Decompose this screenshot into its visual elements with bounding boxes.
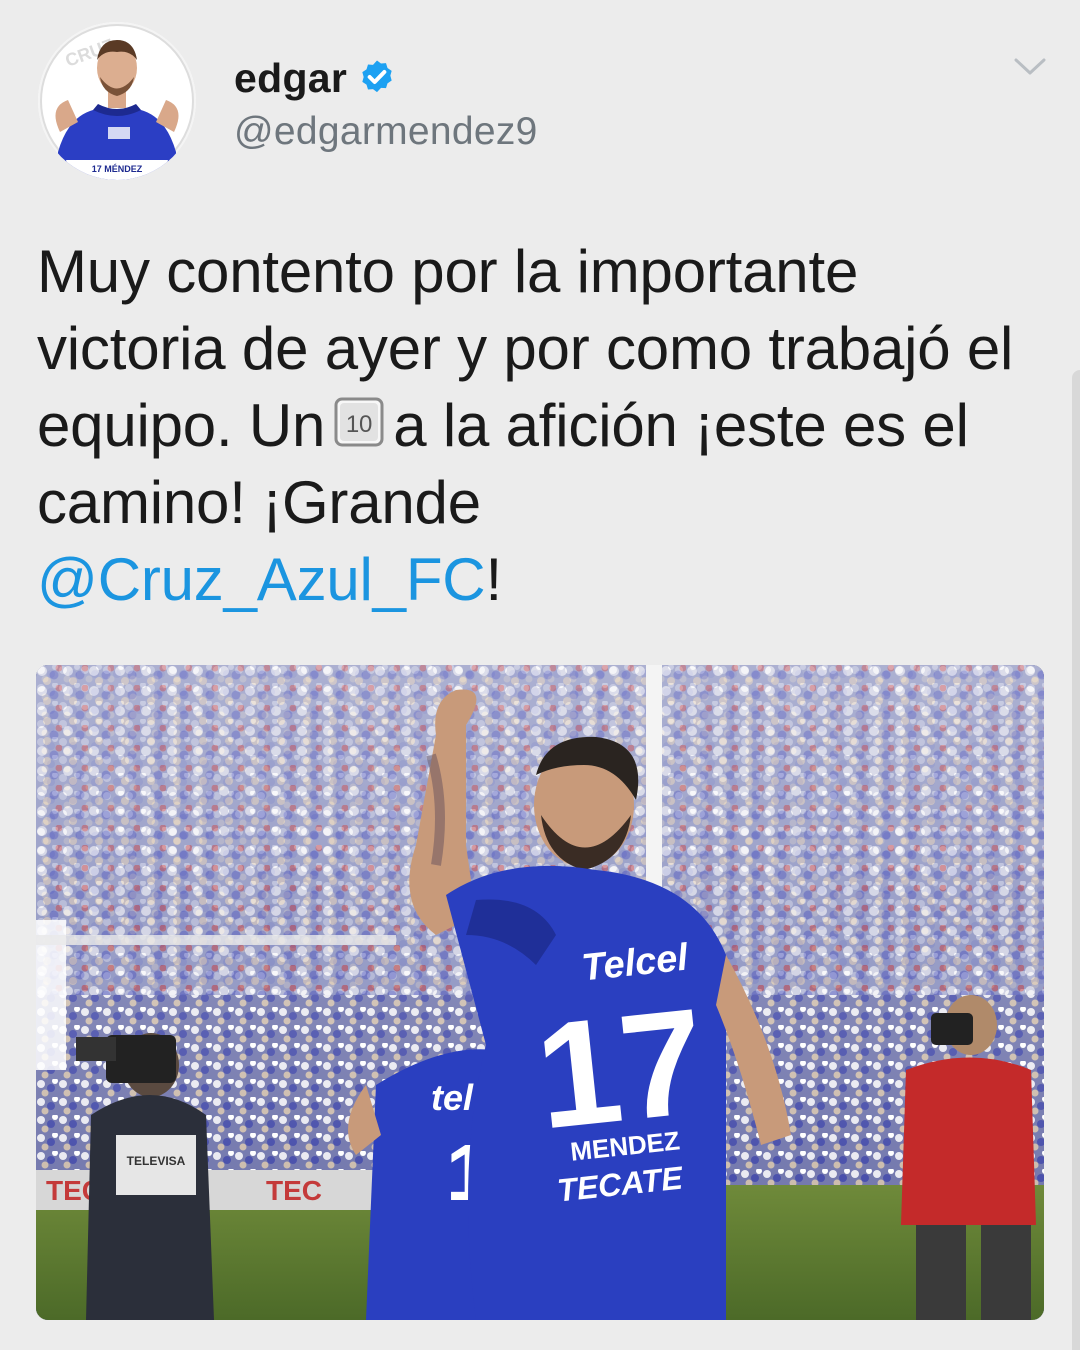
svg-text:10: 10 — [346, 411, 372, 438]
camera-vest-text: TELEVISA — [127, 1154, 186, 1168]
teammate-sponsor: tel — [431, 1077, 474, 1118]
adjacent-card-edge — [1072, 370, 1080, 1350]
svg-text:TEC: TEC — [266, 1175, 322, 1206]
tweet-photo[interactable]: TEC TEC TELEVISA tel 1 Telcel 17 MENDEZ … — [36, 665, 1044, 1320]
verified-badge-icon — [357, 58, 397, 98]
tweet-card: CRUZ 17 MÉNDEZ edgar @edgarmendez9 Muy c — [0, 0, 1080, 1350]
chevron-down-icon[interactable] — [1010, 52, 1050, 80]
display-name[interactable]: edgar — [234, 55, 347, 102]
mention-link[interactable]: @Cruz_Azul_FC — [37, 546, 486, 613]
user-handle[interactable]: @edgarmendez9 — [234, 110, 538, 154]
tweet-text-end: ! — [485, 546, 502, 613]
keycap-ten-icon: 10 — [334, 397, 384, 447]
avatar-nameplate: 17 MÉNDEZ — [92, 164, 143, 174]
user-name-row[interactable]: edgar — [234, 50, 397, 106]
tweet-text: Muy contento por la importante victoria … — [37, 233, 1047, 618]
avatar[interactable]: CRUZ 17 MÉNDEZ — [38, 22, 196, 180]
